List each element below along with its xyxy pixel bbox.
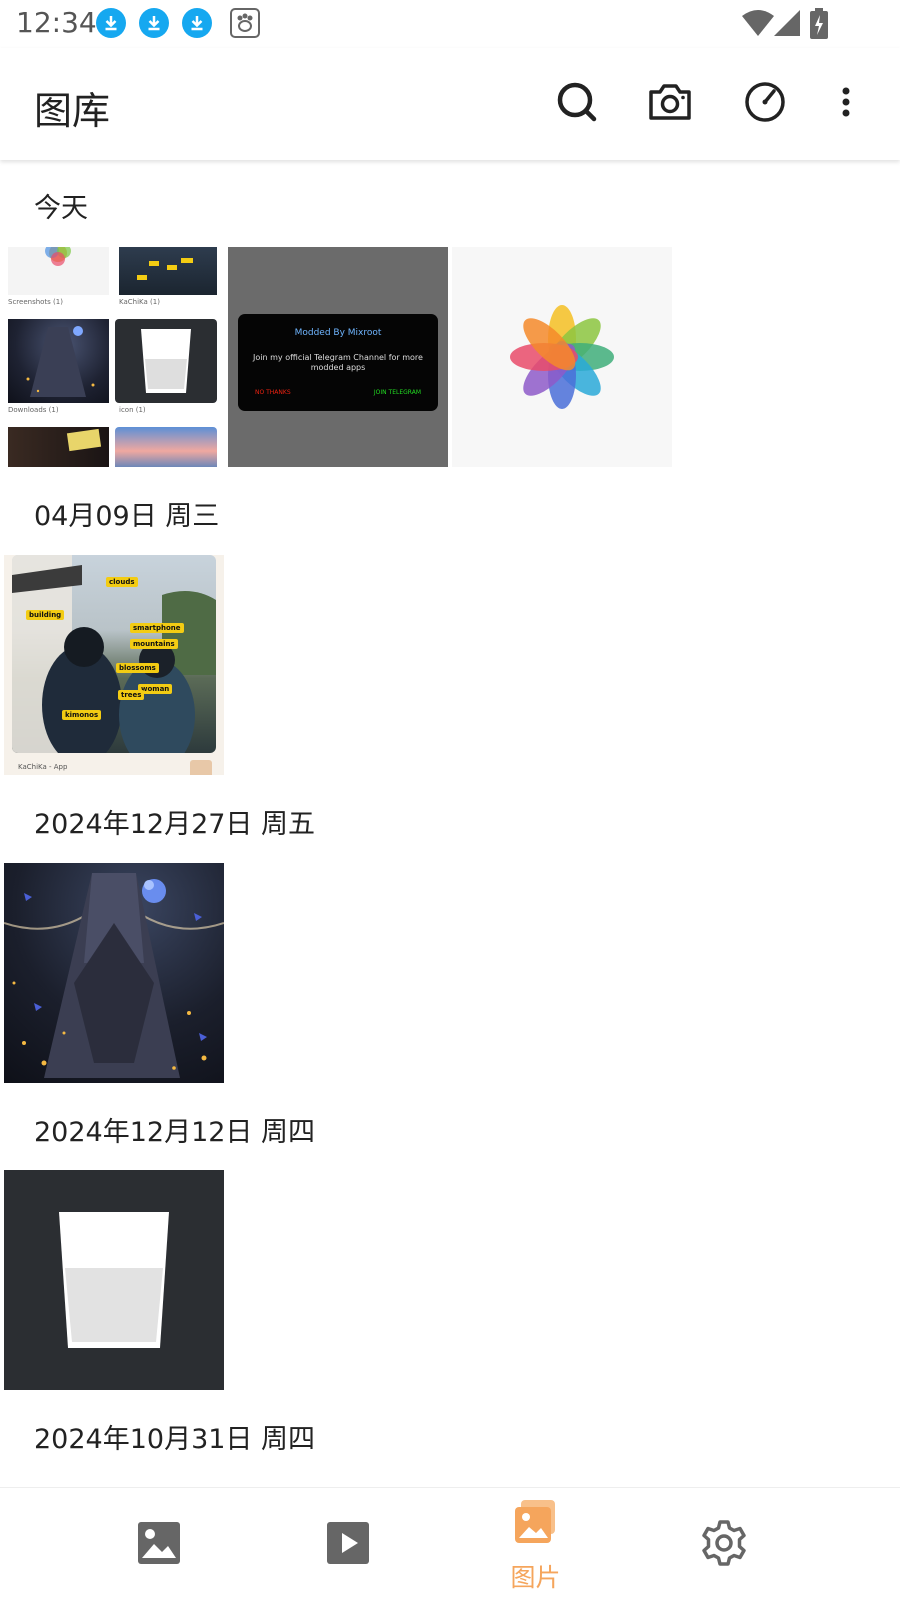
date-header: 2024年10月31日 周四 [34,1424,316,1455]
date-header: 2024年12月27日 周五 [34,809,316,840]
bottom-navigation: 图片 [0,1487,900,1600]
album-cover-poster [8,427,109,467]
album-cover-screenshots [8,247,109,295]
photo-thumbnail-photos-logo[interactable] [452,247,672,467]
glass-icon [59,1212,169,1348]
camera-button[interactable] [646,78,694,126]
more-vert-icon [842,87,850,117]
avatar [190,760,212,775]
photo-thumbnail-mod-dialog[interactable]: Modded By Mixroot Join my official Teleg… [228,247,448,467]
signal-icon [774,10,800,36]
photo-thumbnail-anime-art[interactable] [4,863,224,1083]
dialog-preview: Modded By Mixroot Join my official Teleg… [238,314,438,411]
album-caption: KaChiKa (1) [119,298,160,306]
app-title: 图库 [34,89,111,133]
gallery-timeline[interactable]: 今天 Screenshots (1) KaChiKa (1) Downloads… [0,162,900,1487]
album-caption: icon (1) [119,406,146,414]
dialog-no-thanks: NO THANKS [255,389,291,396]
timer-icon [745,82,785,122]
image-tag: building [26,610,65,620]
dialog-join: JOIN TELEGRAM [373,389,421,396]
kachika-scene-image: clouds building smartphone mountains blo… [12,555,216,753]
camera-icon [649,84,691,120]
image-tag: mountains [130,639,178,649]
album-caption: Downloads (1) [8,406,59,414]
search-button[interactable] [553,78,601,126]
album-cover-sky [115,427,217,467]
baidu-paw-icon [230,8,260,38]
download-icon [96,8,126,38]
gear-icon [702,1520,746,1566]
albums-icon [515,1500,555,1543]
status-time: 12:34 [16,6,97,39]
download-icon [139,8,169,38]
video-play-icon [327,1522,369,1564]
date-header: 今天 [34,193,88,224]
photo-thumbnail-glass-icon[interactable] [4,1170,224,1390]
more-options-button[interactable] [826,78,866,126]
nav-tab-settings[interactable] [613,1488,838,1600]
album-cover-downloads [8,319,109,403]
photos-pinwheel-icon [510,305,614,409]
dialog-title: Modded By Mixroot [294,328,382,338]
wifi-icon [742,10,774,36]
album-cover-kachika [119,247,217,295]
date-header: 2024年12月12日 周四 [34,1117,316,1148]
status-bar: 12:34 [0,0,900,48]
battery-charging-icon [810,8,828,39]
image-tag: clouds [106,577,138,587]
search-icon [557,82,597,122]
image-caption: KaChiKa - App [18,763,68,771]
app-bar: 图库 [0,48,900,160]
photo-thumbnail-kachika[interactable]: clouds building smartphone mountains blo… [4,555,224,775]
anime-art-image [4,873,224,1078]
album-caption: Screenshots (1) [8,298,63,306]
image-tag: trees [118,690,145,700]
download-icon [182,8,212,38]
date-header: 04月09日 周三 [34,501,220,532]
photo-thumbnail-albums-screenshot[interactable]: Screenshots (1) KaChiKa (1) Downloads (1… [4,247,224,467]
timer-button[interactable] [741,78,789,126]
dialog-body: Join my official Telegram Channel for mo… [253,353,423,372]
album-cover-icon [115,319,217,403]
image-tag: smartphone [130,623,184,633]
image-icon [138,1522,180,1564]
image-tag: kimonos [62,710,102,720]
image-tag: blossoms [116,663,159,673]
